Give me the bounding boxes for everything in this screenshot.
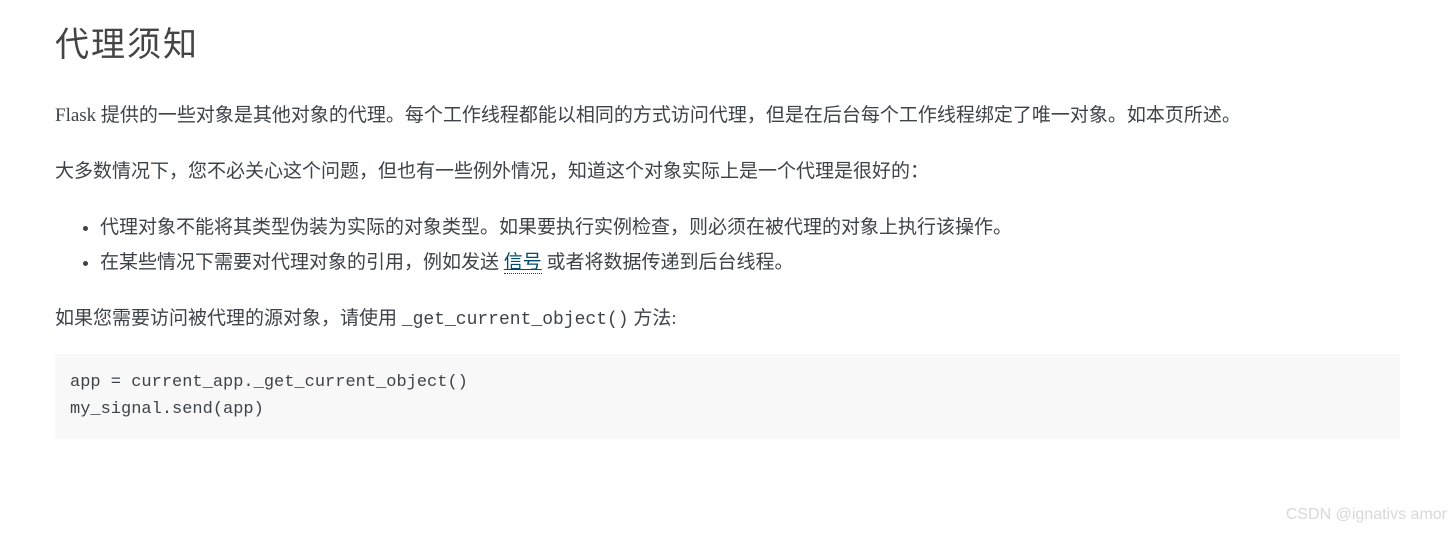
section-heading: 代理须知	[55, 20, 1400, 71]
list-item: 在某些情况下需要对代理对象的引用，例如发送 信号 或者将数据传递到后台线程。	[100, 246, 1400, 280]
watermark: CSDN @ignativs amor	[1286, 503, 1447, 527]
method-text-prefix: 如果您需要访问被代理的源对象，请使用	[55, 308, 402, 329]
paragraph-cases: 大多数情况下，您不必关心这个问题，但也有一些例外情况，知道这个对象实际上是一个代…	[55, 155, 1400, 189]
signal-link[interactable]: 信号	[504, 252, 542, 274]
list-item-text-prefix: 在某些情况下需要对代理对象的引用，例如发送	[100, 252, 504, 273]
method-text-suffix: 方法:	[629, 308, 677, 329]
paragraph-method: 如果您需要访问被代理的源对象，请使用 _get_current_object()…	[55, 302, 1400, 336]
code-block: app = current_app._get_current_object() …	[55, 354, 1400, 438]
method-code: _get_current_object()	[402, 310, 629, 330]
cases-list: 代理对象不能将其类型伪装为实际的对象类型。如果要执行实例检查，则必须在被代理的对…	[100, 211, 1400, 279]
list-item-text-suffix: 或者将数据传递到后台线程。	[542, 252, 794, 273]
list-item: 代理对象不能将其类型伪装为实际的对象类型。如果要执行实例检查，则必须在被代理的对…	[100, 211, 1400, 245]
paragraph-intro: Flask 提供的一些对象是其他对象的代理。每个工作线程都能以相同的方式访问代理…	[55, 99, 1400, 133]
